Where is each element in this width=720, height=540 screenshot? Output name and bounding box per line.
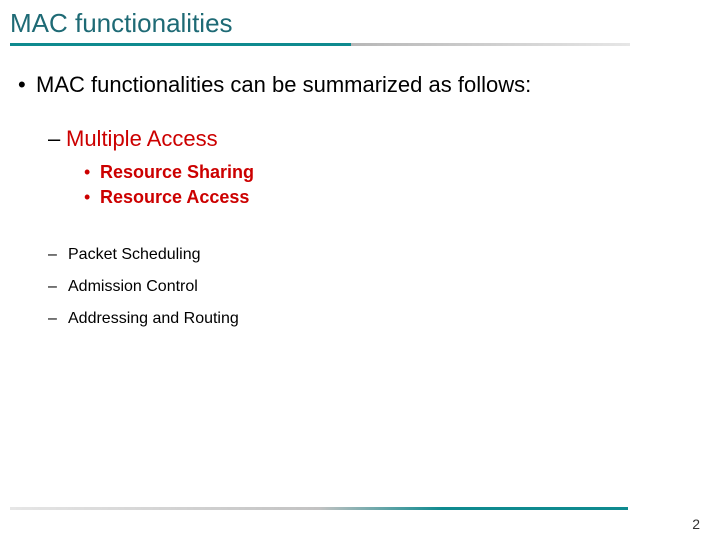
item-packet-scheduling: – Packet Scheduling [0,246,720,264]
bullet-intro: • MAC functionalities can be summarized … [0,72,720,98]
dash-icon: – [48,246,68,264]
resource-sharing-text: Resource Sharing [100,162,254,183]
resource-access-text: Resource Access [100,187,249,208]
item-addressing-routing: – Addressing and Routing [0,310,720,328]
bullet-icon: • [18,74,36,96]
content-area: • MAC functionalities can be summarized … [0,46,720,328]
item-admission-control: – Admission Control [0,278,720,296]
dash-icon: – [48,126,66,152]
dash-icon: – [48,310,68,328]
subitem-resource-access: • Resource Access [0,187,720,208]
spacer [0,212,720,246]
addressing-routing-text: Addressing and Routing [68,310,239,328]
multiple-access-heading: Multiple Access [66,126,218,152]
intro-text: MAC functionalities can be summarized as… [36,72,531,98]
slide-title: MAC functionalities [10,8,710,39]
packet-scheduling-text: Packet Scheduling [68,246,201,264]
subitem-resource-sharing: • Resource Sharing [0,162,720,183]
footer-rule [10,507,628,510]
item-multiple-access: – Multiple Access [0,126,720,152]
bullet-icon: • [84,162,100,183]
slide: MAC functionalities • MAC functionalitie… [0,0,720,540]
dash-icon: – [48,278,68,296]
page-number: 2 [692,516,700,532]
admission-control-text: Admission Control [68,278,198,296]
title-area: MAC functionalities [0,0,720,39]
title-rule-wrap [0,39,720,46]
bullet-icon: • [84,187,100,208]
